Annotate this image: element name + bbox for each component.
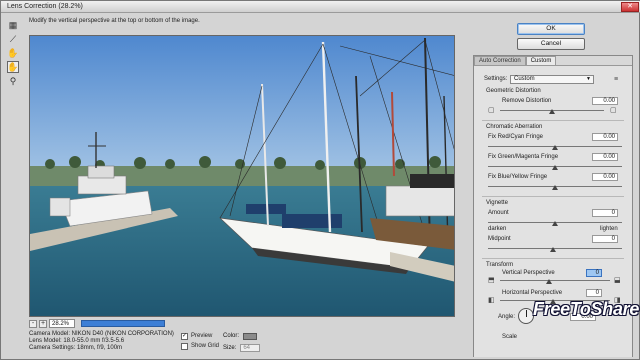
transform-title: Transform	[486, 262, 514, 268]
chevron-down-icon: ▼	[586, 76, 591, 82]
window-title: Lens Correction (28.2%)	[7, 3, 83, 10]
vertical-perspective-slider[interactable]	[500, 280, 610, 281]
tab-custom[interactable]: Custom	[525, 56, 557, 65]
straighten-tool-icon[interactable]: ⟋	[7, 33, 19, 45]
show-grid-label: Show Grid	[191, 343, 220, 349]
zoom-tool-icon[interactable]: ⚲	[7, 75, 19, 87]
darken-label: darken	[488, 226, 507, 232]
amount-field[interactable]: 0	[592, 209, 618, 217]
divider	[482, 120, 624, 121]
divider	[482, 196, 624, 197]
settings-value: Custom	[514, 76, 535, 82]
remove-distortion-thumb[interactable]	[549, 109, 555, 114]
size-label: Size:	[223, 345, 237, 351]
green-magenta-field[interactable]: 0.00	[592, 153, 618, 161]
settings-menu-icon[interactable]: ≡	[614, 76, 618, 83]
tool-column: ▦ ⟋ ✋ ✋ ⚲	[7, 19, 21, 89]
midpoint-label: Midpoint	[488, 236, 511, 242]
lighten-label: lighten	[600, 226, 618, 232]
angle-dial-icon[interactable]	[518, 308, 534, 324]
midpoint-thumb[interactable]	[550, 247, 556, 252]
red-cyan-label: Fix Red/Cyan Fringe	[488, 134, 544, 140]
tab-auto-correction[interactable]: Auto Correction	[474, 56, 526, 65]
panel-tabs: Auto Correction Custom	[474, 56, 557, 65]
preview-options: ✓ Preview Show Grid	[181, 331, 219, 351]
ok-button[interactable]: OK	[517, 23, 585, 35]
green-magenta-label: Fix Green/Magenta Fringe	[488, 154, 559, 160]
vertical-perspective-thumb[interactable]	[546, 279, 552, 284]
horizontal-perspective-field[interactable]: 0	[586, 289, 602, 297]
amount-label: Amount	[488, 210, 509, 216]
grid-options: Color: Size: 64	[223, 331, 261, 353]
preview-zoom-bar: - + 28.2%	[29, 319, 455, 329]
vertical-perspective-label: Vertical Perspective	[502, 270, 555, 276]
settings-dropdown[interactable]: Custom ▼	[510, 75, 594, 84]
color-label: Color:	[223, 333, 240, 339]
preview-label: Preview	[191, 333, 213, 339]
vignette-title: Vignette	[486, 200, 508, 206]
red-cyan-field[interactable]: 0.00	[592, 133, 618, 141]
watermark: FreeToShare	[533, 299, 640, 319]
vertical-perspective-field[interactable]: 0	[586, 269, 602, 277]
settings-label: Settings:	[484, 76, 508, 82]
close-icon[interactable]: ✕	[621, 2, 639, 12]
remove-distortion-field[interactable]: 0.00	[592, 97, 618, 105]
preview-checkbox[interactable]: ✓ Preview	[181, 331, 219, 341]
lens-model: Lens Model: 18.0-55.0 mm f/3.5-5.6	[29, 338, 125, 344]
horizontal-perspective-label: Horizontal Perspective	[502, 290, 563, 296]
chromatic-title: Chromatic Aberration	[486, 124, 543, 130]
amount-thumb[interactable]	[552, 221, 558, 226]
scale-label: Scale	[502, 334, 518, 340]
move-grid-tool-icon[interactable]: ✋	[7, 47, 19, 59]
blue-yellow-thumb[interactable]	[552, 185, 558, 190]
checkbox-empty-icon	[181, 342, 188, 350]
lens-correction-dialog: Lens Correction (28.2%) ✕ Modify the ver…	[0, 0, 640, 360]
camera-info: Camera Model: NIKON D40 (NIKON CORPORATI…	[29, 331, 174, 352]
horizontal-skew-left-icon: ◧	[488, 297, 495, 304]
image-preview[interactable]	[29, 35, 455, 317]
grid-size-field[interactable]: 64	[240, 344, 261, 352]
camera-settings: Camera Settings: 18mm, f/9, 100m	[29, 345, 123, 351]
barrel-icon: ▢	[610, 107, 617, 114]
remove-distortion-tool-icon[interactable]: ▦	[7, 19, 19, 31]
midpoint-field[interactable]: 0	[592, 235, 618, 243]
zoom-out-button[interactable]: -	[29, 320, 37, 328]
show-grid-checkbox[interactable]: Show Grid	[181, 341, 219, 351]
blue-yellow-label: Fix Blue/Yellow Fringe	[488, 174, 548, 180]
vertical-skew-right-icon: ⬓	[614, 277, 621, 284]
zoom-progress	[81, 320, 165, 327]
grid-color-swatch[interactable]	[243, 332, 258, 340]
pincushion-icon: ▢	[488, 107, 495, 114]
checkmark-icon: ✓	[181, 332, 188, 340]
title-bar: Lens Correction (28.2%) ✕	[1, 1, 640, 13]
green-magenta-thumb[interactable]	[552, 165, 558, 170]
hand-tool-icon[interactable]: ✋	[7, 61, 19, 73]
angle-label: Angle:	[498, 314, 516, 320]
blue-yellow-field[interactable]: 0.00	[592, 173, 618, 181]
zoom-in-button[interactable]: +	[39, 320, 47, 328]
geometric-title: Geometric Distortion	[486, 88, 541, 94]
cancel-button[interactable]: Cancel	[517, 38, 585, 50]
vertical-skew-left-icon: ⬒	[488, 277, 495, 284]
divider	[482, 258, 624, 259]
zoom-level[interactable]: 28.2%	[49, 319, 75, 328]
red-cyan-thumb[interactable]	[552, 145, 558, 150]
remove-distortion-label: Remove Distortion	[502, 98, 552, 104]
tool-hint: Modify the vertical perspective at the t…	[29, 18, 200, 24]
camera-model: Camera Model: NIKON D40 (NIKON CORPORATI…	[29, 331, 174, 337]
harbor-photo	[30, 36, 454, 316]
